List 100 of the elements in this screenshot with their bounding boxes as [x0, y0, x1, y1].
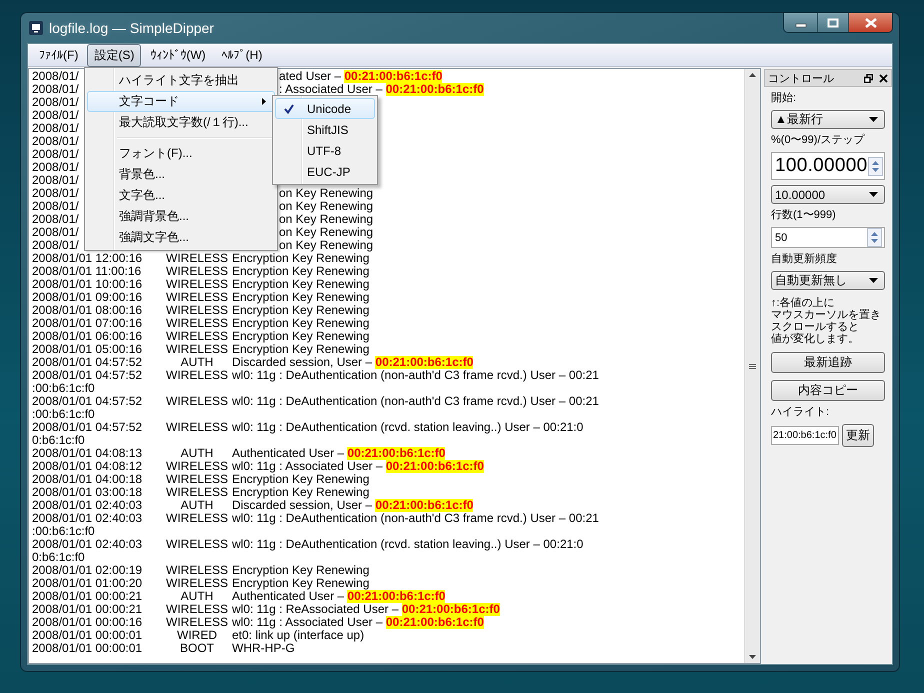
update-button[interactable]: 更新 [842, 424, 874, 447]
log-source: WIRELESS [166, 265, 228, 278]
menu-item[interactable]: UTF-8 [275, 140, 375, 161]
log-source: WIRELESS [166, 369, 228, 382]
maximize-button[interactable] [818, 13, 849, 32]
log-message: Discarded session, User – [231, 356, 374, 369]
submenu-arrow-icon [262, 98, 266, 105]
field-label: 行数(1〜999) [771, 209, 837, 222]
dropdown[interactable]: 10.00000 [771, 185, 885, 204]
menu-item[interactable]: 強調文字色... [87, 227, 275, 248]
log-message: et0: link up (interface up) [231, 629, 364, 642]
close-button[interactable] [849, 13, 892, 32]
menu-item[interactable]: ShiftJIS [275, 119, 375, 140]
log-message: wl0: 11g : Associated User – [231, 616, 384, 629]
menu-item[interactable]: 背景色... [87, 164, 275, 185]
log-source: WIRELESS [166, 252, 228, 265]
log-source: WIRELESS [166, 603, 228, 616]
dropdown[interactable]: ▲最新行 [771, 110, 885, 129]
log-message: 0:b6:1c:f0 [32, 551, 85, 564]
log-message: Encryption Key Renewing [231, 577, 370, 590]
log-message: Encryption Key Renewing [231, 486, 370, 499]
log-message: Encryption Key Renewing [231, 473, 370, 486]
log-text: on Key Renewing [279, 187, 374, 200]
log-timestamp: 2008/01/01 02:40:03 [32, 499, 144, 512]
scrollbar[interactable] [744, 69, 760, 663]
log-message: wl0: 11g : DeAuthentication (non-auth'd C3 frame rcvd.) User – 00:21 [231, 512, 599, 525]
menu-item[interactable]: 強調背景色... [87, 206, 275, 227]
highlighted-address: 00:21:00:b6:1c:f0 [344, 70, 442, 83]
scroll-down-icon[interactable] [749, 655, 756, 659]
log-text: 2008/01/ [32, 83, 80, 96]
grip-icon[interactable] [749, 364, 756, 368]
window-title: logfile.log — SimpleDipper [49, 20, 214, 36]
menu-item[interactable]: Unicode [275, 98, 375, 119]
log-timestamp: 2008/01/01 06:00:16 [32, 330, 144, 343]
log-timestamp: 2008/01/01 04:57:52 [32, 356, 144, 369]
menu-bar-item[interactable]: 設定(S) [87, 44, 142, 66]
panel-button[interactable]: 最新追跡 [771, 352, 885, 373]
menu-item[interactable]: EUC-JP [275, 161, 375, 182]
spin-buttons[interactable] [867, 228, 882, 247]
log-message: Encryption Key Renewing [231, 252, 370, 265]
log-message: wl0: 11g : DeAuthentication (non-auth'd C3 frame rcvd.) User – 00:21 [231, 395, 599, 408]
menu-bar-item[interactable]: ｳｨﾝﾄﾞｳ(W) [143, 45, 213, 65]
restore-icon[interactable] [864, 74, 873, 82]
log-timestamp: 2008/01/01 12:00:16 [32, 252, 144, 265]
field-label: %(0〜99)/ステップ [771, 134, 866, 147]
menu-item[interactable]: ハイライト文字を抽出 [87, 70, 275, 91]
log-message: Encryption Key Renewing [231, 304, 370, 317]
menu-item[interactable]: 最大読取文字数(/１行)... [87, 112, 275, 133]
highlight-field[interactable]: 21:00:b6:1c:f0 [771, 426, 839, 445]
spin-buttons[interactable] [868, 156, 883, 176]
log-timestamp: 2008/01/01 01:00:20 [32, 577, 144, 590]
log-timestamp: 2008/01/01 04:57:52 [32, 421, 144, 434]
log-message: Encryption Key Renewing [231, 265, 370, 278]
log-source: WIRELESS [166, 291, 228, 304]
log-text: on Key Renewing [279, 239, 374, 252]
log-message: Discarded session, User – [231, 499, 374, 512]
menu-bar-item[interactable]: ﾌｧｲﾙ(F) [32, 45, 86, 65]
log-text: ated User – [279, 70, 342, 83]
log-source: BOOT [178, 642, 215, 655]
menu-item[interactable]: 文字コード [87, 91, 275, 112]
dropdown-arrow-icon[interactable] [869, 117, 878, 122]
panel-title: コントロール [768, 72, 834, 86]
log-timestamp: 2008/01/01 02:40:03 [32, 512, 144, 525]
app-icon [29, 21, 43, 35]
log-timestamp: 2008/01/01 00:00:01 [32, 629, 144, 642]
log-text: 2008/01/ [32, 213, 80, 226]
log-timestamp: 2008/01/01 04:00:18 [32, 473, 144, 486]
log-timestamp: 2008/01/01 00:00:01 [32, 642, 144, 655]
log-message: :00:b6:1c:f0 [32, 382, 95, 395]
menu-item[interactable]: 文字色... [87, 185, 275, 206]
log-source: WIRELESS [166, 564, 228, 577]
panel-button[interactable]: 内容コピー [771, 380, 885, 401]
checkmark-icon [284, 104, 294, 114]
log-message: wl0: 11g : DeAuthentication (non-auth'd C3 frame rcvd.) User – 00:21 [231, 369, 599, 382]
log-source: AUTH [180, 499, 214, 512]
close-icon[interactable] [879, 74, 888, 82]
log-source: WIRELESS [166, 577, 228, 590]
dropdown-arrow-icon[interactable] [869, 278, 878, 283]
log-source: AUTH [180, 356, 214, 369]
log-source: WIRELESS [166, 473, 228, 486]
spin-box[interactable]: 100.00000 [771, 152, 885, 180]
log-timestamp: 2008/01/01 02:00:19 [32, 564, 144, 577]
highlighted-address: 00:21:00:b6:1c:f0 [347, 447, 446, 460]
log-timestamp: 2008/01/01 10:00:16 [32, 278, 144, 291]
scroll-up-icon[interactable] [749, 73, 756, 77]
field-label: ハイライト: [771, 406, 830, 419]
log-text: 2008/01/ [32, 96, 80, 109]
minimize-button[interactable] [784, 13, 818, 32]
spin-box[interactable]: 50 [771, 227, 885, 248]
dropdown-arrow-icon[interactable] [869, 192, 878, 197]
hint-text: ↑:各値の上に マウスカーソルを置き スクロールすると 値が変化します。 [771, 297, 882, 345]
log-source: WIRELESS [166, 486, 228, 499]
log-text: 2008/01/ [32, 70, 80, 83]
log-message: WHR-HP-G [231, 642, 295, 655]
dropdown[interactable]: 自動更新無し [771, 271, 885, 290]
menu-bar-item[interactable]: ﾍﾙﾌﾟ(H) [214, 45, 270, 65]
log-text: 2008/01/ [32, 174, 80, 187]
menu-item[interactable]: フォント(F)... [87, 143, 275, 164]
log-source: WIRELESS [166, 343, 228, 356]
log-message: Encryption Key Renewing [231, 330, 370, 343]
